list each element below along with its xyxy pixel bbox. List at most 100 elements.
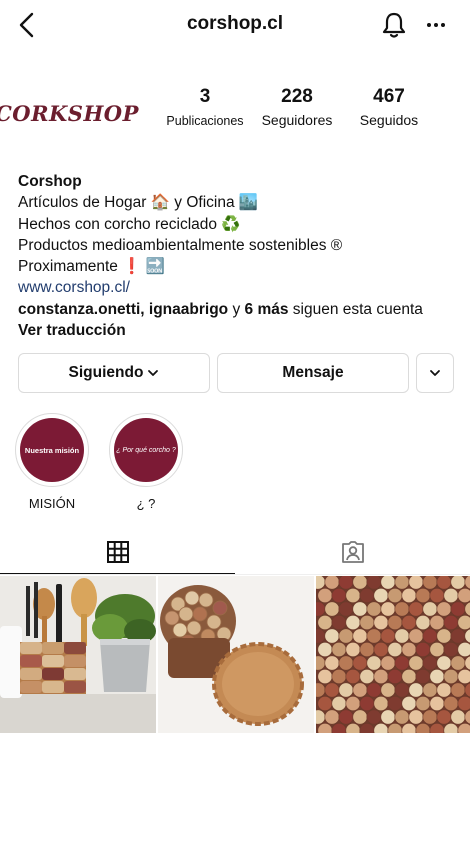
cork-disc xyxy=(345,696,361,712)
cork-disc xyxy=(324,628,340,644)
post-image-cork-wall xyxy=(316,576,470,733)
cork-disc xyxy=(380,682,396,698)
post-thumbnail-1[interactable] xyxy=(0,576,156,733)
tab-posts-grid[interactable] xyxy=(0,530,235,574)
bio-line-4: Proximamente ❗ 🔜 xyxy=(18,258,166,276)
cork-disc xyxy=(331,588,347,603)
cork-disc xyxy=(429,669,445,685)
see-translation-link[interactable]: Ver traducción xyxy=(18,320,463,341)
cork-disc xyxy=(366,655,382,671)
bio-line-3: Productos medioambientalmente sostenible… xyxy=(18,236,343,254)
cork-disc xyxy=(387,614,403,630)
cork-disc xyxy=(338,601,354,617)
bell-icon[interactable] xyxy=(378,9,410,41)
tab-tagged[interactable] xyxy=(235,530,470,574)
cork-disc xyxy=(436,601,452,617)
cork-disc xyxy=(415,588,431,603)
cork-disc xyxy=(324,601,340,617)
bio-line-1: Artículos de Hogar 🏠 y Oficina 🏙️ xyxy=(18,194,259,212)
cork-disc xyxy=(373,588,389,603)
highlight-ring: Nuestra misión xyxy=(15,413,89,487)
cork-disc xyxy=(394,576,410,590)
cork-disc xyxy=(415,696,431,712)
cork-disc xyxy=(436,709,452,725)
grid-icon xyxy=(106,540,129,563)
message-label: Mensaje xyxy=(282,364,344,381)
cork-disc xyxy=(380,655,396,671)
cork-disc xyxy=(457,588,470,603)
cork-disc xyxy=(457,642,470,657)
post-thumbnail-3[interactable] xyxy=(316,576,470,733)
cork-disc xyxy=(401,614,417,630)
profile-avatar[interactable]: CORKSHOP xyxy=(0,58,138,168)
cork-disc xyxy=(429,696,445,712)
cork-disc xyxy=(338,655,354,671)
cork-disc xyxy=(422,709,438,725)
cork-disc xyxy=(366,576,382,590)
cork-disc xyxy=(373,614,389,630)
cork-disc xyxy=(408,682,424,698)
stat-followers[interactable]: 228 Seguidores xyxy=(253,86,341,128)
cork-disc xyxy=(338,628,354,644)
cork-disc xyxy=(429,588,445,603)
highlight-cover: Nuestra misión xyxy=(20,418,84,482)
cork-disc xyxy=(345,614,361,630)
cork-disc xyxy=(317,669,333,685)
cork-disc xyxy=(429,642,445,658)
tab-divider xyxy=(0,574,470,575)
cork-disc xyxy=(457,615,470,630)
cork-disc xyxy=(436,655,452,671)
cork-disc xyxy=(359,669,375,685)
highlight-cover: ¿ Por qué corcho ? xyxy=(114,418,178,482)
cork-disc xyxy=(450,682,466,698)
cork-disc xyxy=(331,669,347,685)
website-link[interactable]: www.corshop.cl/ xyxy=(18,277,463,298)
cork-disc xyxy=(408,576,424,590)
posts-count: 3 xyxy=(199,86,211,107)
cork-disc xyxy=(324,709,340,725)
cork-disc xyxy=(443,588,459,603)
highlight-por-que[interactable]: ¿ Por qué corcho ? ¿ ? xyxy=(107,413,185,511)
cork-disc xyxy=(450,709,466,725)
cork-disc xyxy=(331,696,347,712)
chevron-down-icon xyxy=(148,370,159,376)
cork-disc xyxy=(394,655,410,671)
cork-disc xyxy=(394,682,410,698)
cork-disc xyxy=(366,709,382,725)
cork-disc xyxy=(352,601,368,617)
cork-disc xyxy=(408,655,424,671)
followed-by[interactable]: constanza.onetti, ignaabrigo y 6 más sig… xyxy=(18,299,463,320)
message-button[interactable]: Mensaje xyxy=(217,353,409,393)
stat-posts[interactable]: 3 Publicaciones xyxy=(163,86,247,128)
cork-disc xyxy=(394,628,410,644)
following-label: Seguidos xyxy=(359,112,419,128)
cork-disc xyxy=(324,682,340,698)
suggested-accounts-button[interactable] xyxy=(416,353,454,393)
cork-disc xyxy=(436,576,452,590)
cork-disc xyxy=(387,588,403,603)
cork-disc xyxy=(422,655,438,671)
cork-disc xyxy=(352,628,368,644)
followed-by-y: y xyxy=(228,300,245,318)
cork-disc xyxy=(387,696,403,712)
highlight-mision[interactable]: Nuestra misión MISIÓN xyxy=(13,413,91,511)
cork-disc xyxy=(317,696,333,712)
post-thumbnail-2[interactable] xyxy=(158,576,314,733)
cork-disc xyxy=(352,682,368,698)
bio-line-2: Hechos con corcho reciclado ♻️ xyxy=(18,215,241,233)
highlight-label: ¿ ? xyxy=(136,496,156,511)
cork-disc xyxy=(366,601,382,617)
cork-disc xyxy=(415,614,431,630)
cork-disc xyxy=(450,576,466,590)
stat-following[interactable]: 467 Seguidos xyxy=(351,86,427,128)
profile-bio: Corshop Artículos de Hogar 🏠 y Oficina 🏙… xyxy=(18,171,463,341)
cork-disc xyxy=(317,588,333,603)
following-button[interactable]: Siguiendo xyxy=(18,353,210,393)
more-horizontal-icon[interactable] xyxy=(423,14,449,36)
cork-disc xyxy=(408,628,424,644)
cork-disc xyxy=(345,588,361,603)
tagged-person-icon xyxy=(341,541,364,563)
cork-disc xyxy=(352,576,368,590)
cork-disc xyxy=(387,642,403,658)
cork-disc xyxy=(324,655,340,671)
